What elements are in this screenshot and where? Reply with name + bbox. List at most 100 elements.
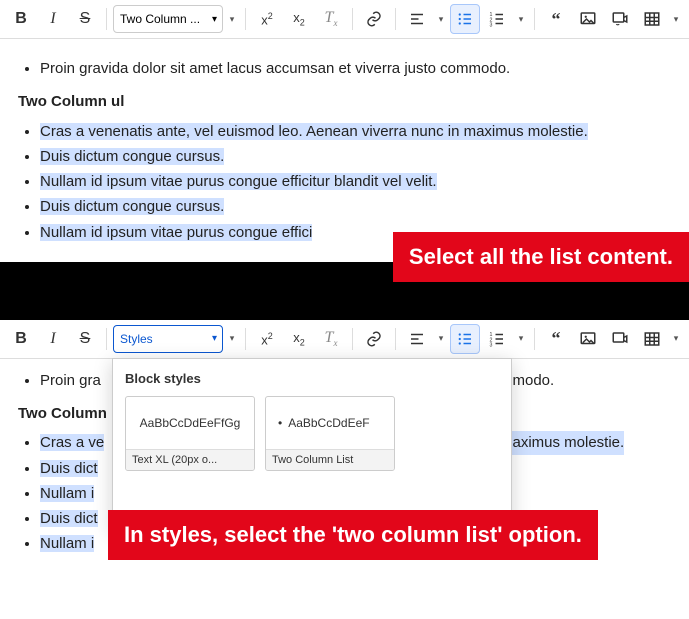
media-icon	[611, 10, 629, 28]
align-icon	[408, 330, 426, 348]
align-button[interactable]	[402, 4, 432, 34]
blockquote-button[interactable]: “	[541, 4, 571, 34]
selected-text: Duis dictum congue cursus.	[40, 198, 224, 215]
separator	[534, 8, 535, 30]
style-card-text-xl[interactable]: AaBbCcDdEeFfGg Text XL (20px o...	[125, 396, 255, 471]
styles-dropdown-open[interactable]: Styles	[113, 325, 223, 353]
superscript-button[interactable]: x2	[252, 324, 282, 354]
styles-dropdown-caret[interactable]: ▾	[225, 333, 239, 344]
selected-text: Duis dict	[40, 460, 98, 477]
style-card-label: Text XL (20px o...	[126, 449, 254, 470]
table-caret[interactable]: ▾	[669, 333, 683, 344]
image-icon	[579, 330, 597, 348]
selected-text: Cras a venenatis ante, vel euismod leo. …	[40, 123, 588, 140]
svg-text:3: 3	[490, 342, 493, 348]
toolbar-1: B I S Two Column ... ▾ x2 x2 Tx ▾ 123 ▾ …	[0, 0, 689, 39]
align-button[interactable]	[402, 324, 432, 354]
style-card-preview: AaBbCcDdEeF	[266, 397, 394, 449]
align-icon	[408, 10, 426, 28]
style-card-preview: AaBbCcDdEeFfGg	[126, 397, 254, 449]
separator	[352, 328, 353, 350]
align-caret[interactable]: ▾	[434, 14, 448, 25]
editor-pane-1: B I S Two Column ... ▾ x2 x2 Tx ▾ 123 ▾ …	[0, 0, 689, 262]
subscript-button[interactable]: x2	[284, 324, 314, 354]
selected-text: Nullam id ipsum vitae purus congue effic…	[40, 173, 437, 190]
strike-button[interactable]: S	[70, 4, 100, 34]
section-heading[interactable]: Two Column ul	[18, 90, 671, 113]
selected-text-right: maximus molestie.	[500, 431, 624, 454]
instruction-banner-1: Select all the list content.	[393, 232, 689, 282]
image-button[interactable]	[573, 324, 603, 354]
unselected-list: Proin gravida dolor sit amet lacus accum…	[18, 57, 671, 80]
link-icon	[365, 330, 383, 348]
clear-format-button[interactable]: Tx	[316, 4, 346, 34]
media-icon	[611, 330, 629, 348]
ordered-list-button[interactable]: 123	[482, 4, 512, 34]
list-item[interactable]: Duis dictum congue cursus.	[40, 145, 671, 168]
table-button[interactable]	[637, 324, 667, 354]
styles-popup: Block styles AaBbCcDdEeFfGg Text XL (20p…	[112, 358, 512, 532]
table-caret[interactable]: ▾	[669, 14, 683, 25]
ordered-list-button[interactable]: 123	[482, 324, 512, 354]
list-item[interactable]: Proin gravida dolor sit amet lacus accum…	[40, 57, 671, 80]
ol-icon: 123	[488, 10, 506, 28]
media-button[interactable]	[605, 324, 635, 354]
subscript-button[interactable]: x2	[284, 4, 314, 34]
table-icon	[643, 10, 661, 28]
ol-caret[interactable]: ▾	[514, 14, 528, 25]
ol-caret[interactable]: ▾	[514, 333, 528, 344]
popup-section-title: Block styles	[125, 371, 499, 386]
bold-button[interactable]: B	[6, 4, 36, 34]
editor-pane-2: B I S Styles ▾ x2 x2 Tx ▾ 123 ▾ “	[0, 320, 689, 574]
separator	[352, 8, 353, 30]
table-icon	[643, 330, 661, 348]
styles-dropdown-label: Two Column ...	[120, 12, 200, 26]
image-button[interactable]	[573, 4, 603, 34]
styles-dropdown-caret[interactable]: ▾	[225, 14, 239, 25]
link-button[interactable]	[359, 324, 389, 354]
separator	[245, 8, 246, 30]
selected-text: Nullam i	[40, 535, 94, 552]
truncated-prev-list	[38, 49, 671, 53]
style-card-label: Two Column List	[266, 449, 394, 470]
style-card-two-column-list[interactable]: AaBbCcDdEeF Two Column List	[265, 396, 395, 471]
unordered-list-button[interactable]	[450, 324, 480, 354]
superscript-button[interactable]: x2	[252, 4, 282, 34]
instruction-banner-2: In styles, select the 'two column list' …	[108, 510, 598, 560]
separator	[106, 8, 107, 30]
strike-button[interactable]: S	[70, 324, 100, 354]
styles-dropdown[interactable]: Two Column ...	[113, 5, 223, 33]
styles-dropdown-label: Styles	[120, 332, 153, 346]
table-button[interactable]	[637, 4, 667, 34]
italic-button[interactable]: I	[38, 324, 68, 354]
link-button[interactable]	[359, 4, 389, 34]
list-item[interactable]: Duis dictum congue cursus.	[40, 195, 671, 218]
ul-icon	[456, 330, 474, 348]
separator	[395, 328, 396, 350]
separator	[106, 328, 107, 350]
media-button[interactable]	[605, 4, 635, 34]
list-item[interactable]: Nullam id ipsum vitae purus congue effic…	[40, 170, 671, 193]
image-icon	[579, 10, 597, 28]
ol-icon: 123	[488, 330, 506, 348]
blockquote-button[interactable]: “	[541, 324, 571, 354]
separator	[245, 328, 246, 350]
selected-text: Cras a ve	[40, 434, 104, 451]
editor-content-1[interactable]: Proin gravida dolor sit amet lacus accum…	[0, 39, 689, 262]
separator	[395, 8, 396, 30]
selected-text: Duis dictum congue cursus.	[40, 148, 224, 165]
bold-button[interactable]: B	[6, 324, 36, 354]
selected-text: Duis dict	[40, 510, 98, 527]
clear-format-button[interactable]: Tx	[316, 324, 346, 354]
toolbar-2: B I S Styles ▾ x2 x2 Tx ▾ 123 ▾ “	[0, 320, 689, 359]
svg-text:3: 3	[490, 23, 493, 29]
separator	[534, 328, 535, 350]
align-caret[interactable]: ▾	[434, 333, 448, 344]
italic-button[interactable]: I	[38, 4, 68, 34]
text-frag-left: Proin gra	[40, 372, 101, 389]
style-cards-row: AaBbCcDdEeFfGg Text XL (20px o... AaBbCc…	[125, 396, 499, 471]
ul-icon	[456, 10, 474, 28]
list-item[interactable]: Cras a venenatis ante, vel euismod leo. …	[40, 120, 671, 143]
link-icon	[365, 10, 383, 28]
unordered-list-button[interactable]	[450, 4, 480, 34]
